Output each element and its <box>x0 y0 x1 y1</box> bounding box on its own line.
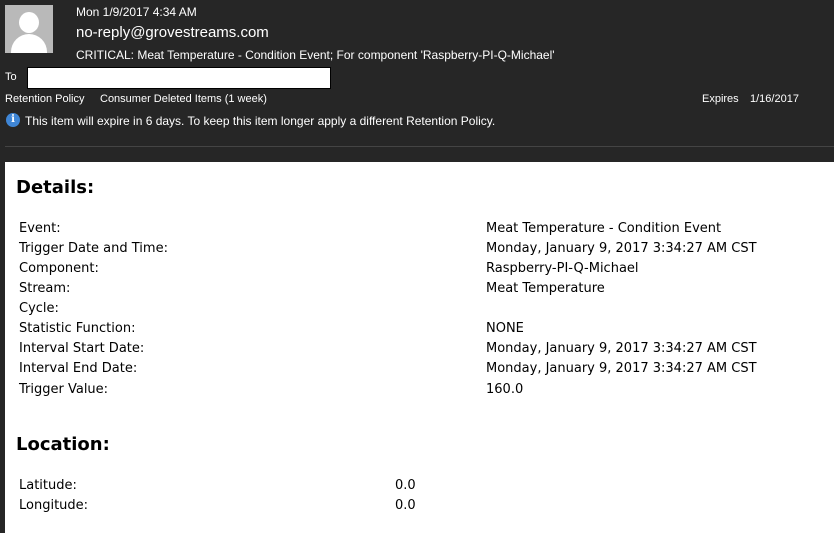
detail-label-statistic-function: Statistic Function: <box>19 321 136 336</box>
header-divider <box>5 146 834 147</box>
detail-value-interval-start: Monday, January 9, 2017 3:34:27 AM CST <box>486 341 757 356</box>
detail-label-event: Event: <box>19 221 61 236</box>
to-label: To <box>5 71 17 83</box>
message-body: Details: Event: Meat Temperature - Condi… <box>5 162 834 533</box>
retention-policy-value: Consumer Deleted Items (1 week) <box>100 93 267 105</box>
detail-label-cycle: Cycle: <box>19 301 59 316</box>
sender-avatar[interactable] <box>5 5 53 53</box>
message-header: Mon 1/9/2017 4:34 AM no-reply@grovestrea… <box>0 0 834 160</box>
detail-label-component: Component: <box>19 261 99 276</box>
detail-value-statistic-function: NONE <box>486 321 524 336</box>
detail-label-interval-start: Interval Start Date: <box>19 341 145 356</box>
detail-label-stream: Stream: <box>19 281 71 296</box>
detail-value-event: Meat Temperature - Condition Event <box>486 221 722 236</box>
location-label-longitude: Longitude: <box>19 498 89 513</box>
retention-policy-label: Retention Policy <box>5 93 85 105</box>
message-subject: CRITICAL: Meat Temperature - Condition E… <box>76 48 555 62</box>
location-value-longitude: 0.0 <box>395 498 416 513</box>
detail-label-interval-end: Interval End Date: <box>19 361 138 376</box>
avatar-head-shape <box>19 12 39 33</box>
sender-address[interactable]: no-reply@grovestreams.com <box>76 24 269 41</box>
expires-label: Expires <box>702 93 739 105</box>
avatar-body-shape <box>11 34 47 53</box>
detail-label-trigger-date: Trigger Date and Time: <box>19 241 168 256</box>
expires-value: 1/16/2017 <box>750 93 799 105</box>
detail-label-trigger-value: Trigger Value: <box>19 382 109 397</box>
info-icon: i <box>6 113 20 127</box>
location-value-latitude: 0.0 <box>395 478 416 493</box>
detail-value-component: Raspberry-PI-Q-Michael <box>486 261 639 276</box>
location-label-latitude: Latitude: <box>19 478 77 493</box>
details-heading: Details: <box>16 177 95 198</box>
retention-info-text: This item will expire in 6 days. To keep… <box>25 114 496 128</box>
detail-value-trigger-value: 160.0 <box>486 382 524 397</box>
location-heading: Location: <box>16 434 110 455</box>
message-date: Mon 1/9/2017 4:34 AM <box>76 5 197 19</box>
detail-value-trigger-date: Monday, January 9, 2017 3:34:27 AM CST <box>486 241 757 256</box>
recipient-field-redacted[interactable] <box>27 67 331 89</box>
detail-value-interval-end: Monday, January 9, 2017 3:34:27 AM CST <box>486 361 757 376</box>
detail-value-stream: Meat Temperature <box>486 281 605 296</box>
